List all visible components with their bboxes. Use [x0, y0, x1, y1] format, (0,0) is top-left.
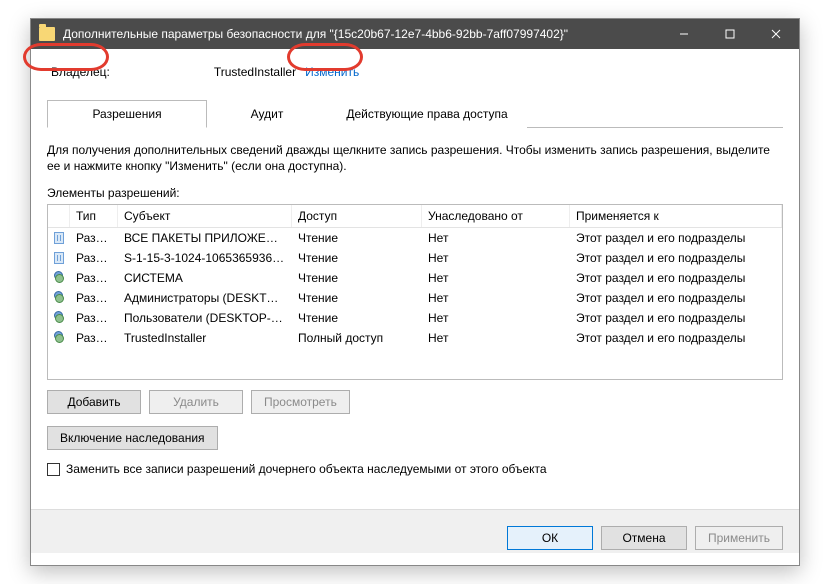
row-inherited: Нет	[422, 289, 570, 307]
col-inherited[interactable]: Унаследовано от	[422, 205, 570, 227]
row-type: Разр…	[70, 289, 118, 307]
row-type: Разр…	[70, 249, 118, 267]
row-applies: Этот раздел и его подразделы	[570, 289, 782, 307]
package-icon	[54, 252, 64, 264]
row-access: Чтение	[292, 309, 422, 327]
table-row[interactable]: Разр…Пользователи (DESKTOP-CD…ЧтениеНетЭ…	[48, 308, 782, 328]
row-applies: Этот раздел и его подразделы	[570, 249, 782, 267]
dialog-footer: ОК Отмена Применить	[31, 509, 799, 553]
col-subject[interactable]: Субъект	[118, 205, 292, 227]
row-inherited: Нет	[422, 229, 570, 247]
owner-label: Владелец:	[47, 63, 114, 81]
row-access: Чтение	[292, 229, 422, 247]
remove-button: Удалить	[149, 390, 243, 414]
apply-button: Применить	[695, 526, 783, 550]
table-row[interactable]: Разр…СИСТЕМАЧтениеНетЭтот раздел и его п…	[48, 268, 782, 288]
row-applies: Этот раздел и его подразделы	[570, 329, 782, 347]
row-access: Полный доступ	[292, 329, 422, 347]
owner-value: TrustedInstaller	[214, 65, 296, 79]
row-icon	[48, 289, 70, 307]
table-row[interactable]: Разр…TrustedInstallerПолный доступНетЭто…	[48, 328, 782, 348]
close-button[interactable]	[753, 19, 799, 49]
replace-checkbox-row[interactable]: Заменить все записи разрешений дочернего…	[47, 462, 783, 476]
package-icon	[54, 232, 64, 244]
enable-inheritance-button[interactable]: Включение наследования	[47, 426, 218, 450]
tabs: Разрешения Аудит Действующие права досту…	[47, 99, 783, 128]
row-subject: Администраторы (DESKTOP-…	[118, 289, 292, 307]
row-icon	[48, 230, 70, 246]
ok-button[interactable]: ОК	[507, 526, 593, 550]
list-header: Тип Субъект Доступ Унаследовано от Приме…	[48, 205, 782, 228]
window-title: Дополнительные параметры безопасности дл…	[63, 27, 661, 41]
row-applies: Этот раздел и его подразделы	[570, 229, 782, 247]
row-subject: Пользователи (DESKTOP-CD…	[118, 309, 292, 327]
row-applies: Этот раздел и его подразделы	[570, 269, 782, 287]
row-access: Чтение	[292, 249, 422, 267]
col-applies[interactable]: Применяется к	[570, 205, 782, 227]
row-type: Разр…	[70, 329, 118, 347]
col-icon	[48, 205, 70, 227]
security-dialog: Дополнительные параметры безопасности дл…	[30, 18, 800, 566]
row-subject: TrustedInstaller	[118, 329, 292, 347]
row-access: Чтение	[292, 269, 422, 287]
add-button[interactable]: Добавить	[47, 390, 141, 414]
list-button-row: Добавить Удалить Просмотреть	[47, 390, 783, 414]
replace-checkbox[interactable]	[47, 463, 60, 476]
row-type: Разр…	[70, 309, 118, 327]
minimize-button[interactable]	[661, 19, 707, 49]
row-subject: S-1-15-3-1024-1065365936-12…	[118, 249, 292, 267]
row-applies: Этот раздел и его подразделы	[570, 309, 782, 327]
row-type: Разр…	[70, 269, 118, 287]
col-type[interactable]: Тип	[70, 205, 118, 227]
row-inherited: Нет	[422, 249, 570, 267]
table-row[interactable]: Разр…S-1-15-3-1024-1065365936-12…ЧтениеН…	[48, 248, 782, 268]
table-row[interactable]: Разр…ВСЕ ПАКЕТЫ ПРИЛОЖЕНИЙЧтениеНетЭтот …	[48, 228, 782, 248]
tab-audit[interactable]: Аудит	[207, 100, 327, 128]
row-access: Чтение	[292, 289, 422, 307]
owner-row: Владелец: TrustedInstaller Изменить	[47, 63, 783, 81]
row-icon	[48, 309, 70, 327]
group-icon	[54, 331, 64, 345]
tab-effective[interactable]: Действующие права доступа	[327, 100, 527, 128]
col-access[interactable]: Доступ	[292, 205, 422, 227]
change-owner-link[interactable]: Изменить	[302, 64, 362, 80]
replace-checkbox-label: Заменить все записи разрешений дочернего…	[66, 462, 547, 476]
maximize-button[interactable]	[707, 19, 753, 49]
row-icon	[48, 269, 70, 287]
row-inherited: Нет	[422, 329, 570, 347]
permissions-list[interactable]: Тип Субъект Доступ Унаследовано от Приме…	[47, 204, 783, 380]
folder-icon	[39, 27, 55, 41]
group-icon	[54, 311, 64, 325]
group-icon	[54, 271, 64, 285]
dialog-content: Владелец: TrustedInstaller Изменить Разр…	[31, 49, 799, 565]
row-subject: ВСЕ ПАКЕТЫ ПРИЛОЖЕНИЙ	[118, 229, 292, 247]
row-subject: СИСТЕМА	[118, 269, 292, 287]
cancel-button[interactable]: Отмена	[601, 526, 687, 550]
tab-permissions[interactable]: Разрешения	[47, 100, 207, 128]
row-type: Разр…	[70, 229, 118, 247]
titlebar: Дополнительные параметры безопасности дл…	[31, 19, 799, 49]
row-inherited: Нет	[422, 269, 570, 287]
view-button: Просмотреть	[251, 390, 350, 414]
group-icon	[54, 291, 64, 305]
row-icon	[48, 250, 70, 266]
row-inherited: Нет	[422, 309, 570, 327]
table-row[interactable]: Разр…Администраторы (DESKTOP-…ЧтениеНетЭ…	[48, 288, 782, 308]
inherit-row: Включение наследования	[47, 426, 783, 450]
row-icon	[48, 329, 70, 347]
elements-label: Элементы разрешений:	[47, 186, 783, 200]
description-text: Для получения дополнительных сведений дв…	[47, 142, 783, 174]
window-buttons	[661, 19, 799, 49]
